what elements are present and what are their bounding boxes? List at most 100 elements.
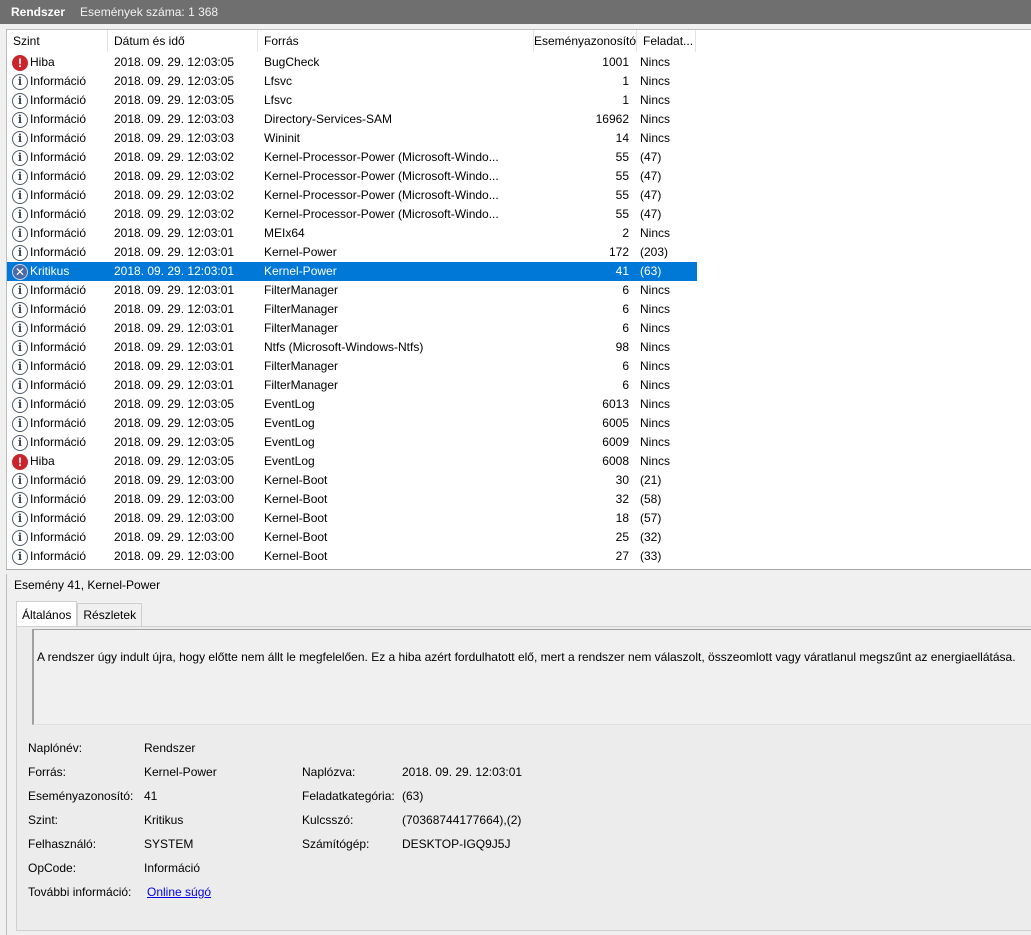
event-source: Kernel-Boot (264, 492, 328, 506)
event-task: Nincs (640, 55, 671, 69)
event-row[interactable]: i Információ 2018. 09. 29. 12:03:01 FilterM… (7, 376, 697, 395)
event-date: 2018. 09. 29. 12:03:01 (114, 264, 235, 278)
info-icon: i (12, 73, 28, 90)
event-id: 6 (622, 283, 629, 297)
event-level: Információ (30, 169, 87, 183)
column-header-task[interactable]: Feladat... (637, 30, 696, 52)
event-row[interactable]: ✕ Kritikus 2018. 09. 29. 12:03:01 Kernel-Po… (7, 262, 697, 281)
event-row[interactable]: i Információ 2018. 09. 29. 12:03:05 EventLo… (7, 395, 697, 414)
event-source: Kernel-Power (264, 245, 337, 259)
general-tab-panel: A rendszer úgy indult újra, hogy előtte … (16, 626, 1031, 931)
event-task: Nincs (640, 378, 671, 392)
event-id: 6 (622, 359, 629, 373)
keywords-value: (70368744177664),(2) (402, 813, 522, 827)
event-date: 2018. 09. 29. 12:03:01 (114, 245, 235, 259)
event-row[interactable]: i Információ 2018. 09. 29. 12:03:02 Kernel-… (7, 205, 697, 224)
event-id: 55 (615, 207, 629, 221)
event-row[interactable]: ! Hiba 2018. 09. 29. 12:03:05 EventLog 6008 N… (7, 452, 697, 471)
event-task: Nincs (640, 302, 671, 316)
event-row[interactable]: i Információ 2018. 09. 29. 12:03:00 Kernel-… (7, 547, 697, 566)
event-row[interactable]: i Információ 2018. 09. 29. 12:03:05 EventLo… (7, 433, 697, 452)
info-icon: i (12, 358, 28, 375)
info-icon: i (12, 339, 28, 356)
event-row[interactable]: i Információ 2018. 09. 29. 12:03:00 Kernel-… (7, 509, 697, 528)
column-header-date[interactable]: Dátum és idő (108, 30, 258, 52)
event-task: Nincs (640, 359, 671, 373)
event-row[interactable]: i Információ 2018. 09. 29. 12:03:02 Kernel-… (7, 186, 697, 205)
info-icon: i (12, 472, 28, 489)
event-list[interactable]: Szint Dátum és idő Forrás Eseményazonosí… (6, 29, 1031, 569)
event-row[interactable]: i Információ 2018. 09. 29. 12:03:00 Kernel-… (7, 471, 697, 490)
event-level: Információ (30, 416, 87, 430)
event-source: FilterManager (264, 283, 339, 297)
event-id: 6 (622, 321, 629, 335)
event-row[interactable]: i Információ 2018. 09. 29. 12:03:03 Wininit… (7, 129, 697, 148)
source-label: Forrás: (28, 765, 67, 779)
event-level-cell: i Információ (7, 167, 108, 186)
event-row[interactable]: ! Hiba 2018. 09. 29. 12:03:05 BugCheck 1001 N… (7, 53, 697, 72)
info-icon: i (12, 529, 28, 546)
event-task: (21) (640, 473, 662, 487)
event-row[interactable]: i Információ 2018. 09. 29. 12:03:01 MEIx64 2… (7, 224, 697, 243)
event-level-cell: ✕ Kritikus (7, 262, 108, 281)
event-row[interactable]: i Információ 2018. 09. 29. 12:03:05 Lfsvc 1 N… (7, 72, 697, 91)
event-level-cell: i Információ (7, 110, 108, 129)
event-date: 2018. 09. 29. 12:03:03 (114, 112, 235, 126)
event-row[interactable]: i Információ 2018. 09. 29. 12:03:00 Kernel-… (7, 528, 697, 547)
column-header-source[interactable]: Forrás (258, 30, 534, 52)
event-level-cell: i Információ (7, 72, 108, 91)
description-box[interactable]: A rendszer úgy indult újra, hogy előtte … (32, 629, 1031, 725)
event-level-cell: i Információ (7, 547, 108, 566)
event-task: Nincs (640, 435, 671, 449)
event-id: 172 (608, 245, 629, 259)
info-icon: i (12, 282, 28, 299)
info-icon: i (12, 320, 28, 337)
event-level-cell: i Információ (7, 509, 108, 528)
event-date: 2018. 09. 29. 12:03:01 (114, 321, 235, 335)
event-id: 6013 (602, 397, 629, 411)
event-level-cell: i Információ (7, 528, 108, 547)
event-level-cell: i Információ (7, 414, 108, 433)
event-level-cell: ! Hiba (7, 53, 108, 72)
event-rows: ! Hiba 2018. 09. 29. 12:03:05 BugCheck 1001 N… (7, 53, 697, 566)
list-header: Szint Dátum és idő Forrás Eseményazonosí… (7, 30, 1031, 52)
event-row[interactable]: i Információ 2018. 09. 29. 12:03:02 Kernel-… (7, 148, 697, 167)
tab-details[interactable]: Részletek (77, 603, 143, 627)
event-level: Hiba (30, 454, 55, 468)
event-row[interactable]: i Információ 2018. 09. 29. 12:03:01 FilterM… (7, 281, 697, 300)
info-icon: i (12, 225, 28, 242)
logged-value: 2018. 09. 29. 12:03:01 (402, 765, 523, 779)
event-row[interactable]: i Információ 2018. 09. 29. 12:03:00 Kernel-… (7, 490, 697, 509)
event-task: (203) (640, 245, 669, 259)
error-icon: ! (12, 453, 28, 470)
tab-general[interactable]: Általános (16, 601, 78, 627)
event-row[interactable]: i Információ 2018. 09. 29. 12:03:01 Kernel-… (7, 243, 697, 262)
keywords-label: Kulcsszó: (302, 813, 354, 827)
event-level: Információ (30, 245, 87, 259)
event-row[interactable]: i Információ 2018. 09. 29. 12:03:05 EventLo… (7, 414, 697, 433)
event-level: Információ (30, 131, 87, 145)
event-level-cell: i Információ (7, 376, 108, 395)
event-source: Kernel-Power (264, 264, 337, 278)
event-row[interactable]: i Információ 2018. 09. 29. 12:03:03 Directo… (7, 110, 697, 129)
event-date: 2018. 09. 29. 12:03:05 (114, 435, 235, 449)
opcode-label: OpCode: (28, 861, 77, 875)
event-id: 16962 (595, 112, 629, 126)
event-level-cell: i Információ (7, 433, 108, 452)
event-level-cell: i Információ (7, 319, 108, 338)
event-row[interactable]: i Információ 2018. 09. 29. 12:03:01 Ntfs (M… (7, 338, 697, 357)
details-pane: Esemény 41, Kernel-Power Általános Részl… (6, 574, 1031, 935)
event-row[interactable]: i Információ 2018. 09. 29. 12:03:02 Kernel-… (7, 167, 697, 186)
computer-label: Számítógép: (302, 837, 370, 851)
event-source: FilterManager (264, 321, 339, 335)
event-level: Információ (30, 112, 87, 126)
event-row[interactable]: i Információ 2018. 09. 29. 12:03:01 FilterM… (7, 300, 697, 319)
event-row[interactable]: i Információ 2018. 09. 29. 12:03:01 FilterM… (7, 319, 697, 338)
event-level-cell: ! Hiba (7, 452, 108, 471)
event-date: 2018. 09. 29. 12:03:02 (114, 150, 235, 164)
event-row[interactable]: i Információ 2018. 09. 29. 12:03:01 FilterM… (7, 357, 697, 376)
event-row[interactable]: i Információ 2018. 09. 29. 12:03:05 Lfsvc 1 N… (7, 91, 697, 110)
column-header-event-id[interactable]: Eseményazonosító (534, 30, 637, 52)
column-header-level[interactable]: Szint (7, 30, 108, 52)
online-help-link[interactable]: Online súgó (147, 885, 211, 899)
